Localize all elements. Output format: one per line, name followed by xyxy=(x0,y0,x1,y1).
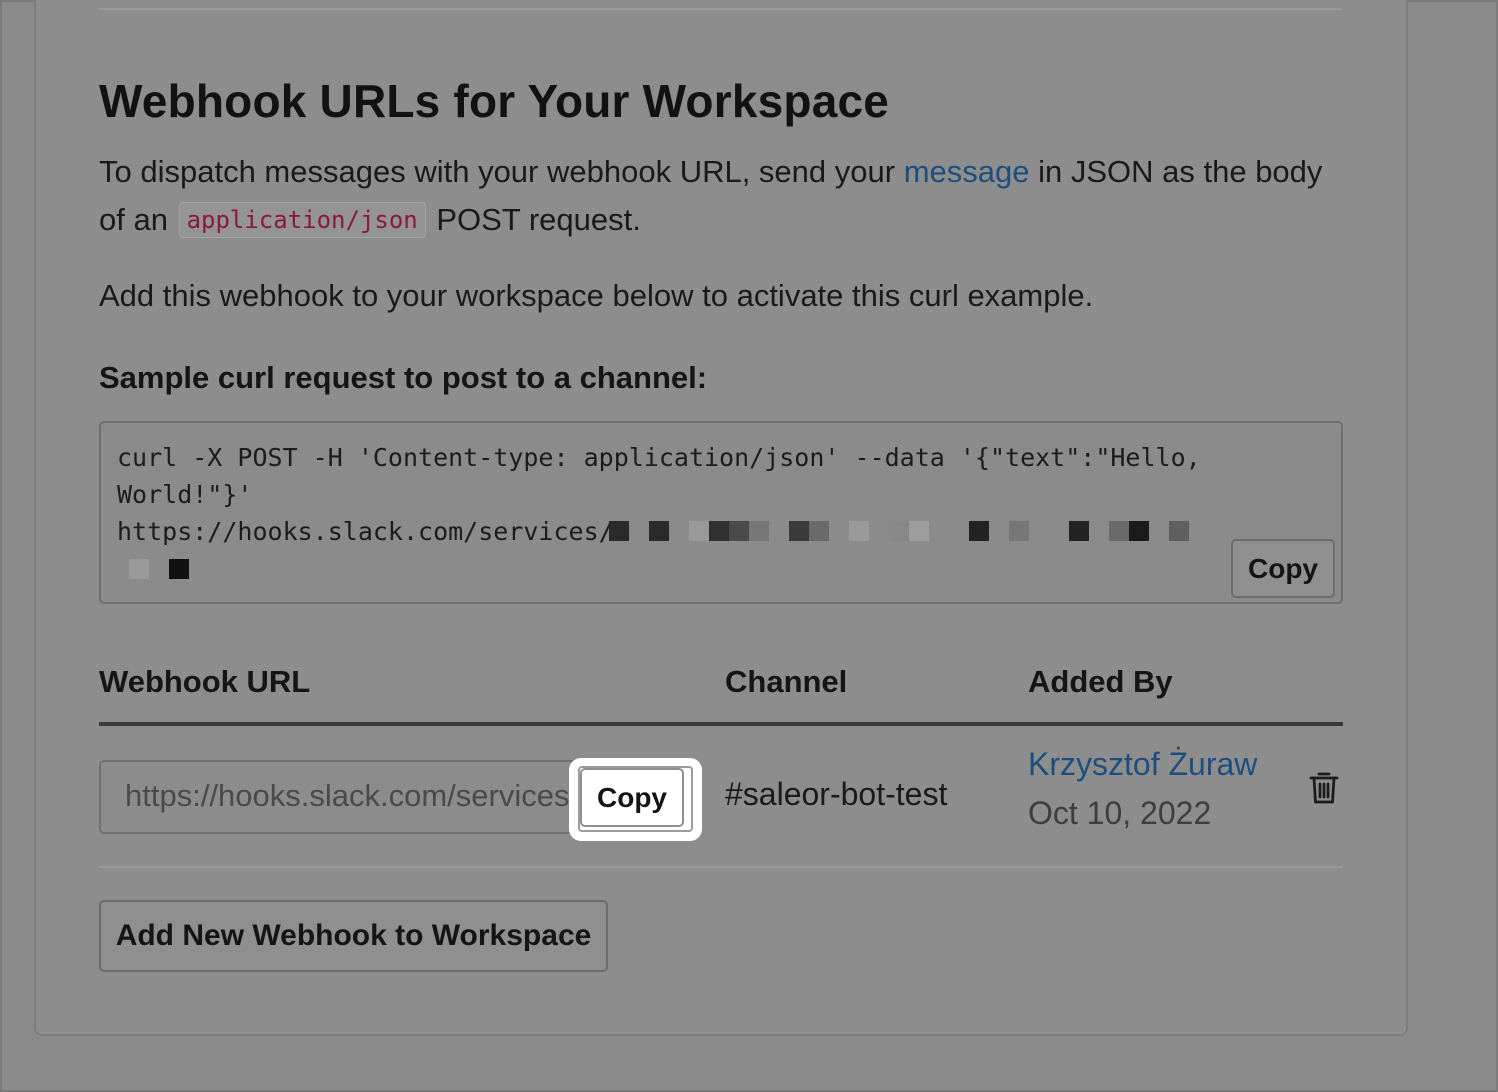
added-date: Oct 10, 2022 xyxy=(1028,795,1212,831)
section-description: To dispatch messages with your webhook U… xyxy=(99,148,1349,244)
copy-url-highlight: Copy xyxy=(569,758,702,841)
channel-name: #saleor-bot-test xyxy=(725,776,948,812)
trash-icon[interactable] xyxy=(1304,768,1344,808)
webhook-url-value: https://hooks.slack.com/services/ xyxy=(125,778,579,813)
copy-webhook-url-button[interactable]: Copy xyxy=(580,768,684,827)
copy-curl-button[interactable]: Copy xyxy=(1231,539,1335,598)
desc-text: To dispatch messages with your webhook U… xyxy=(99,154,904,189)
code-line: World!"}' xyxy=(117,480,253,509)
desc-text: POST request. xyxy=(427,202,641,237)
column-header-webhook-url: Webhook URL xyxy=(99,664,311,699)
curl-code-block: curl -X POST -H 'Content-type: applicati… xyxy=(99,421,1343,604)
sample-heading: Sample curl request to post to a channel… xyxy=(99,360,708,395)
content-type-code: application/json xyxy=(178,202,426,238)
add-new-webhook-button[interactable]: Add New Webhook to Workspace xyxy=(99,900,608,972)
divider xyxy=(99,8,1342,10)
code-line: curl -X POST -H 'Content-type: applicati… xyxy=(117,443,1201,472)
activation-note: Add this webhook to your workspace below… xyxy=(99,278,1094,313)
table-row-divider xyxy=(99,866,1343,868)
message-link[interactable]: message xyxy=(904,154,1030,189)
table-header-divider xyxy=(99,722,1343,726)
section-title: Webhook URLs for Your Workspace xyxy=(99,75,890,127)
column-header-channel: Channel xyxy=(725,664,848,699)
column-header-added-by: Added By xyxy=(1028,664,1173,699)
added-by-user-link[interactable]: Krzysztof Żuraw xyxy=(1028,746,1257,783)
